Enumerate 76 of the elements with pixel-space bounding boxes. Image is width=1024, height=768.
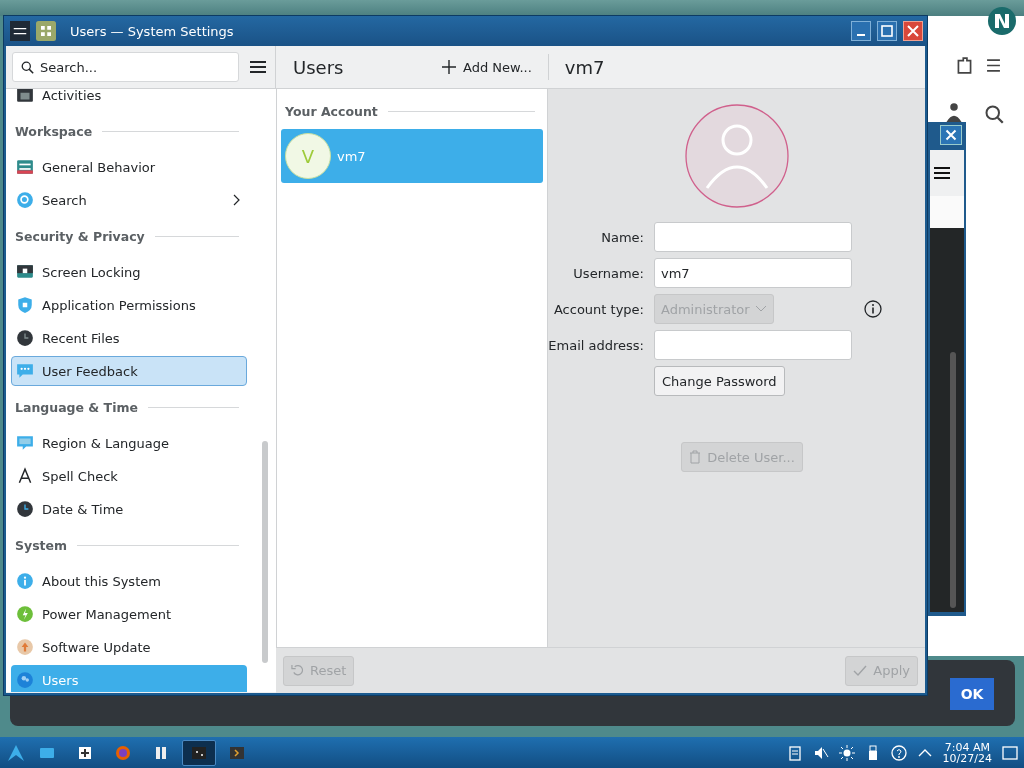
plus-icon [441, 59, 457, 75]
sidebar-item[interactable]: Date & Time [11, 494, 247, 524]
sidebar-item[interactable]: Activities [11, 89, 247, 110]
section-heading: Language & Time [15, 399, 138, 415]
help-icon [890, 744, 907, 761]
detail-title: vm7 [564, 56, 605, 78]
user-avatar: V [285, 133, 331, 179]
field-label: Name: [600, 229, 644, 245]
power-icon [16, 605, 34, 623]
close-icon[interactable] [903, 21, 923, 41]
text-field[interactable] [654, 330, 852, 360]
clock-date[interactable]: 10/27/24 [942, 752, 992, 764]
undo-icon [291, 664, 304, 677]
ok-button[interactable]: OK [950, 678, 994, 710]
speech-icon [16, 434, 34, 452]
sidebar-item[interactable]: Power Management [11, 599, 247, 629]
scrollbar[interactable] [950, 352, 956, 608]
show-desktop-icon [1002, 744, 1018, 761]
toolbar [930, 150, 964, 196]
chat-icon [16, 362, 34, 380]
shield-icon [16, 296, 34, 314]
field-label: Username: [572, 265, 644, 281]
sidebar-item[interactable]: About this System [11, 566, 247, 596]
minimize-icon[interactable] [851, 21, 871, 41]
film-icon [16, 89, 34, 104]
update-icon [16, 638, 34, 656]
field-label: Account type: [552, 301, 644, 317]
sidebar-item[interactable]: Region & Language [11, 428, 247, 458]
sidebar-item[interactable]: Application Permissions [11, 290, 247, 320]
sidebar-item[interactable]: Search [11, 185, 247, 215]
text-field[interactable] [654, 222, 852, 252]
lock-screen-icon [16, 263, 34, 281]
clock-time[interactable]: 7:04 AM [942, 741, 992, 753]
check-icon [853, 664, 868, 677]
menu-icon [986, 57, 1001, 74]
clock-icon [16, 329, 34, 347]
section-heading: System [15, 537, 68, 553]
clock-icon [16, 500, 34, 518]
sidebar-item[interactable]: User Feedback [11, 356, 247, 386]
search-icon [16, 191, 34, 209]
info-icon [16, 572, 34, 590]
brightness-icon [838, 744, 855, 761]
search-field[interactable]: Search... [12, 52, 239, 82]
window-title: Users — System Settings [70, 23, 235, 39]
sidebar-item[interactable]: General Behavior [11, 152, 247, 182]
sidebar-item[interactable]: Spell Check [11, 461, 247, 491]
users-icon [16, 671, 34, 689]
section-heading: Your Account [285, 103, 378, 119]
browser-icon [114, 743, 132, 762]
sidebar-item[interactable]: Recent Files [11, 323, 247, 353]
info-icon[interactable] [864, 300, 882, 318]
grid-app-icon [36, 21, 56, 41]
clipboard-icon [786, 744, 803, 761]
add-new-button[interactable]: Add New... [435, 55, 538, 79]
window-menu-icon [10, 21, 30, 41]
text-field[interactable]: vm7 [654, 258, 852, 288]
search-icon [984, 104, 1004, 124]
avatar-icon[interactable] [684, 104, 789, 208]
sliders-icon [16, 158, 34, 176]
section-heading: Workspace [15, 123, 93, 139]
field-label: Email address: [547, 337, 644, 353]
address-bar [930, 196, 964, 228]
page-title: Users [293, 56, 345, 78]
section-heading: Security & Privacy [15, 228, 145, 244]
person-icon [944, 102, 964, 122]
maximize-icon[interactable] [877, 21, 897, 41]
search-icon [21, 61, 34, 74]
sidebar-item[interactable]: Software Update [11, 632, 247, 662]
letter-icon [16, 467, 34, 485]
scrollbar[interactable] [262, 441, 268, 663]
trash-icon [689, 450, 702, 464]
change-password-button[interactable]: Change Password [654, 366, 785, 396]
puzzle-icon [957, 57, 972, 74]
sidebar-item[interactable]: Screen Locking [11, 257, 247, 287]
chevron-down-icon [755, 305, 767, 313]
close-icon [940, 125, 962, 145]
